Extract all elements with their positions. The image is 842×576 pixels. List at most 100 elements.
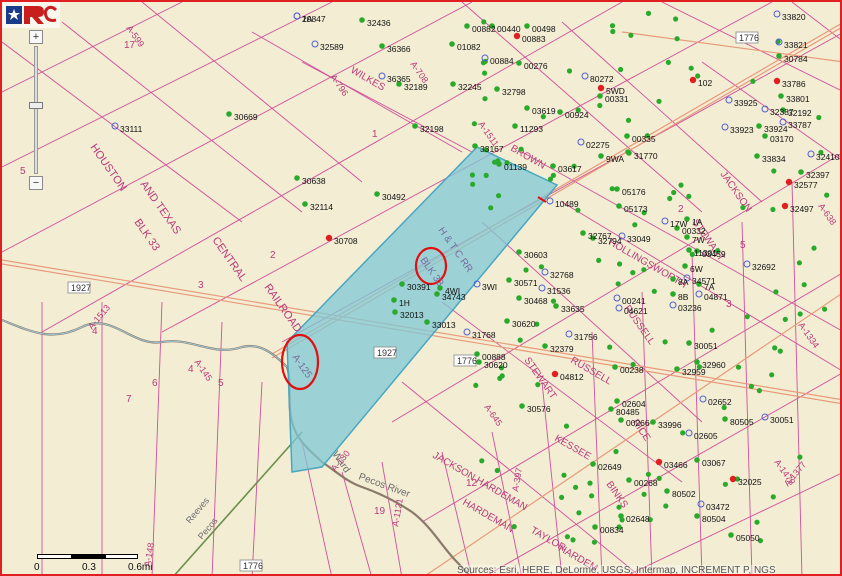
producing-well-marker[interactable] (587, 480, 593, 486)
producing-well-marker[interactable] (483, 172, 489, 178)
producing-well-marker[interactable] (591, 539, 598, 545)
producing-well-marker[interactable] (628, 32, 634, 38)
producing-well-marker[interactable] (610, 28, 616, 35)
producing-well-marker[interactable] (748, 383, 755, 389)
producing-well-marker[interactable] (770, 494, 776, 500)
producing-well-marker[interactable] (735, 364, 742, 370)
producing-well-marker[interactable] (496, 193, 502, 199)
dry-hole-well-marker[interactable] (729, 475, 737, 483)
producing-well-marker[interactable] (392, 309, 398, 315)
producing-well-marker[interactable] (670, 276, 676, 282)
producing-well-marker[interactable] (573, 484, 579, 490)
producing-well-marker[interactable] (798, 169, 804, 175)
producing-well-marker[interactable] (772, 345, 778, 351)
producing-well-marker[interactable] (782, 316, 788, 322)
producing-well-marker[interactable] (516, 295, 522, 301)
producing-well-marker[interactable] (656, 98, 662, 104)
producing-well-marker[interactable] (665, 59, 672, 65)
dry-hole-well-marker[interactable] (655, 458, 663, 466)
producing-well-marker[interactable] (488, 205, 494, 211)
producing-well-marker[interactable] (756, 123, 762, 129)
producing-well-marker[interactable] (673, 16, 679, 22)
producing-well-marker[interactable] (598, 153, 604, 159)
zoom-control[interactable]: + − (29, 30, 43, 190)
producing-well-marker[interactable] (437, 285, 443, 291)
producing-well-marker[interactable] (663, 503, 669, 509)
producing-well-marker[interactable] (374, 191, 380, 197)
producing-well-marker[interactable] (770, 206, 776, 213)
producing-well-marker[interactable] (294, 175, 300, 181)
producing-well-marker[interactable] (506, 277, 512, 283)
dry-hole-well-marker[interactable] (781, 202, 789, 210)
producing-well-marker[interactable] (494, 86, 500, 92)
producing-well-marker[interactable] (694, 359, 700, 365)
producing-well-marker[interactable] (535, 382, 541, 388)
producing-well-marker[interactable] (609, 23, 616, 29)
producing-well-marker[interactable] (434, 291, 440, 297)
producing-well-marker[interactable] (824, 192, 830, 198)
producing-well-marker[interactable] (645, 10, 652, 16)
producing-well-marker[interactable] (670, 291, 676, 297)
producing-well-marker[interactable] (617, 261, 623, 267)
producing-well-marker[interactable] (612, 364, 618, 370)
producing-well-marker[interactable] (614, 186, 620, 192)
producing-well-marker[interactable] (650, 419, 656, 425)
producing-well-marker[interactable] (797, 311, 803, 317)
map-viewer[interactable]: HOUSTON AND TEXAS CENTRAL RAILROAD BLK 3… (0, 0, 842, 576)
producing-well-marker[interactable] (302, 201, 308, 207)
zoom-out-button[interactable]: − (29, 176, 43, 190)
producing-well-marker[interactable] (523, 267, 529, 273)
producing-well-marker[interactable] (682, 263, 688, 269)
producing-well-marker[interactable] (754, 153, 760, 159)
producing-well-marker[interactable] (494, 467, 500, 474)
dry-hole-well-marker[interactable] (325, 234, 333, 242)
producing-well-marker[interactable] (615, 281, 621, 287)
producing-well-marker[interactable] (801, 282, 807, 288)
producing-well-marker[interactable] (686, 247, 692, 253)
producing-well-marker[interactable] (499, 373, 505, 379)
producing-well-marker[interactable] (619, 517, 625, 523)
producing-well-marker[interactable] (482, 96, 488, 102)
producing-well-marker[interactable] (607, 344, 613, 350)
producing-well-marker[interactable] (709, 327, 715, 333)
producing-well-marker[interactable] (662, 339, 668, 345)
producing-well-marker[interactable] (450, 81, 456, 87)
producing-well-marker[interactable] (641, 491, 647, 497)
producing-well-marker[interactable] (722, 416, 728, 422)
zoom-slider-track[interactable] (34, 46, 38, 174)
producing-well-marker[interactable] (645, 471, 652, 477)
producing-well-marker[interactable] (680, 430, 686, 436)
producing-well-marker[interactable] (479, 458, 485, 464)
producing-well-marker[interactable] (470, 181, 476, 187)
producing-well-marker[interactable] (553, 303, 559, 309)
producing-well-marker[interactable] (592, 524, 598, 530)
producing-well-marker[interactable] (740, 204, 746, 211)
zoom-in-button[interactable]: + (29, 30, 43, 44)
producing-well-marker[interactable] (674, 366, 680, 372)
producing-well-marker[interactable] (674, 36, 680, 42)
dry-hole-well-marker[interactable] (597, 84, 605, 92)
producing-well-marker[interactable] (664, 488, 670, 494)
producing-well-marker[interactable] (616, 203, 622, 209)
producing-well-marker[interactable] (226, 111, 232, 117)
producing-well-marker[interactable] (474, 351, 480, 357)
producing-well-marker[interactable] (773, 289, 779, 295)
producing-well-marker[interactable] (471, 121, 477, 127)
producing-well-marker[interactable] (756, 388, 763, 394)
producing-well-marker[interactable] (754, 519, 760, 525)
producing-well-marker[interactable] (597, 102, 603, 109)
producing-well-marker[interactable] (359, 17, 365, 23)
producing-well-marker[interactable] (391, 297, 397, 303)
producing-well-marker[interactable] (625, 117, 632, 123)
producing-well-marker[interactable] (816, 114, 822, 121)
producing-well-marker[interactable] (630, 270, 636, 276)
producing-well-marker[interactable] (564, 534, 571, 540)
producing-well-marker[interactable] (524, 23, 530, 29)
producing-well-marker[interactable] (570, 537, 576, 543)
producing-well-marker[interactable] (379, 43, 385, 49)
producing-well-marker[interactable] (469, 172, 475, 178)
producing-well-marker[interactable] (476, 359, 482, 365)
producing-well-marker[interactable] (608, 406, 614, 412)
producing-well-marker[interactable] (542, 343, 548, 349)
producing-well-marker[interactable] (616, 504, 622, 510)
